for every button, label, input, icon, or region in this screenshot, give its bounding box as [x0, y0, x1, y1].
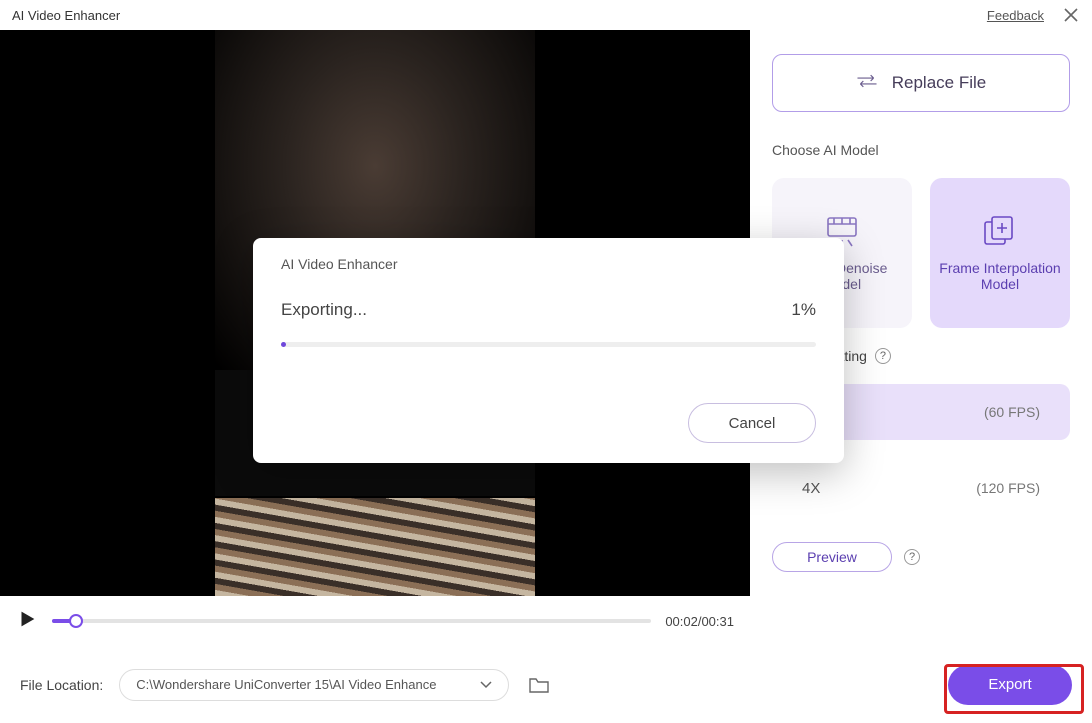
open-folder-button[interactable] [525, 671, 553, 699]
fps-label-60: (60 FPS) [984, 404, 1040, 420]
titlebar: AI Video Enhancer Feedback [0, 0, 1092, 30]
model-frame-label: Frame Interpolation Model [938, 260, 1062, 292]
export-percent: 1% [791, 300, 816, 320]
file-location-label: File Location: [20, 677, 103, 693]
frame-plus-icon [980, 214, 1020, 250]
model-frame-interpolation[interactable]: Frame Interpolation Model [930, 178, 1070, 328]
progress-thumb[interactable] [69, 614, 83, 628]
replace-file-label: Replace File [892, 73, 987, 93]
cancel-label: Cancel [729, 415, 776, 432]
preview-button[interactable]: Preview [772, 542, 892, 572]
swap-icon [856, 73, 878, 94]
footer: File Location: C:\Wondershare UniConvert… [0, 646, 1092, 723]
choose-model-label: Choose AI Model [772, 142, 1070, 158]
export-status: Exporting... [281, 300, 367, 320]
export-progress [281, 342, 816, 347]
file-location-select[interactable]: C:\Wondershare UniConverter 15\AI Video … [119, 669, 509, 701]
player-bar: 00:02/00:31 [0, 596, 750, 646]
time-display: 00:02/00:31 [665, 614, 734, 629]
preview-label: Preview [807, 549, 857, 565]
fps-mult-4x: 4X [802, 480, 820, 497]
progress-track[interactable] [52, 619, 651, 623]
close-icon[interactable] [1062, 6, 1080, 24]
play-icon[interactable] [16, 608, 38, 635]
dialog-title: AI Video Enhancer [281, 256, 816, 272]
file-path: C:\Wondershare UniConverter 15\AI Video … [136, 677, 436, 692]
help-icon[interactable]: ? [904, 549, 920, 565]
fps-label-120: (120 FPS) [976, 480, 1040, 496]
feedback-link[interactable]: Feedback [987, 8, 1044, 23]
export-button[interactable]: Export [948, 665, 1072, 705]
cancel-button[interactable]: Cancel [688, 403, 816, 443]
export-label: Export [988, 676, 1031, 693]
export-dialog: AI Video Enhancer Exporting... 1% Cancel [253, 238, 844, 463]
fps-option-4x[interactable]: 4X (120 FPS) [772, 460, 1070, 516]
help-icon[interactable]: ? [875, 348, 891, 364]
replace-file-button[interactable]: Replace File [772, 54, 1070, 112]
app-title: AI Video Enhancer [12, 8, 120, 23]
chevron-down-icon [480, 677, 492, 692]
